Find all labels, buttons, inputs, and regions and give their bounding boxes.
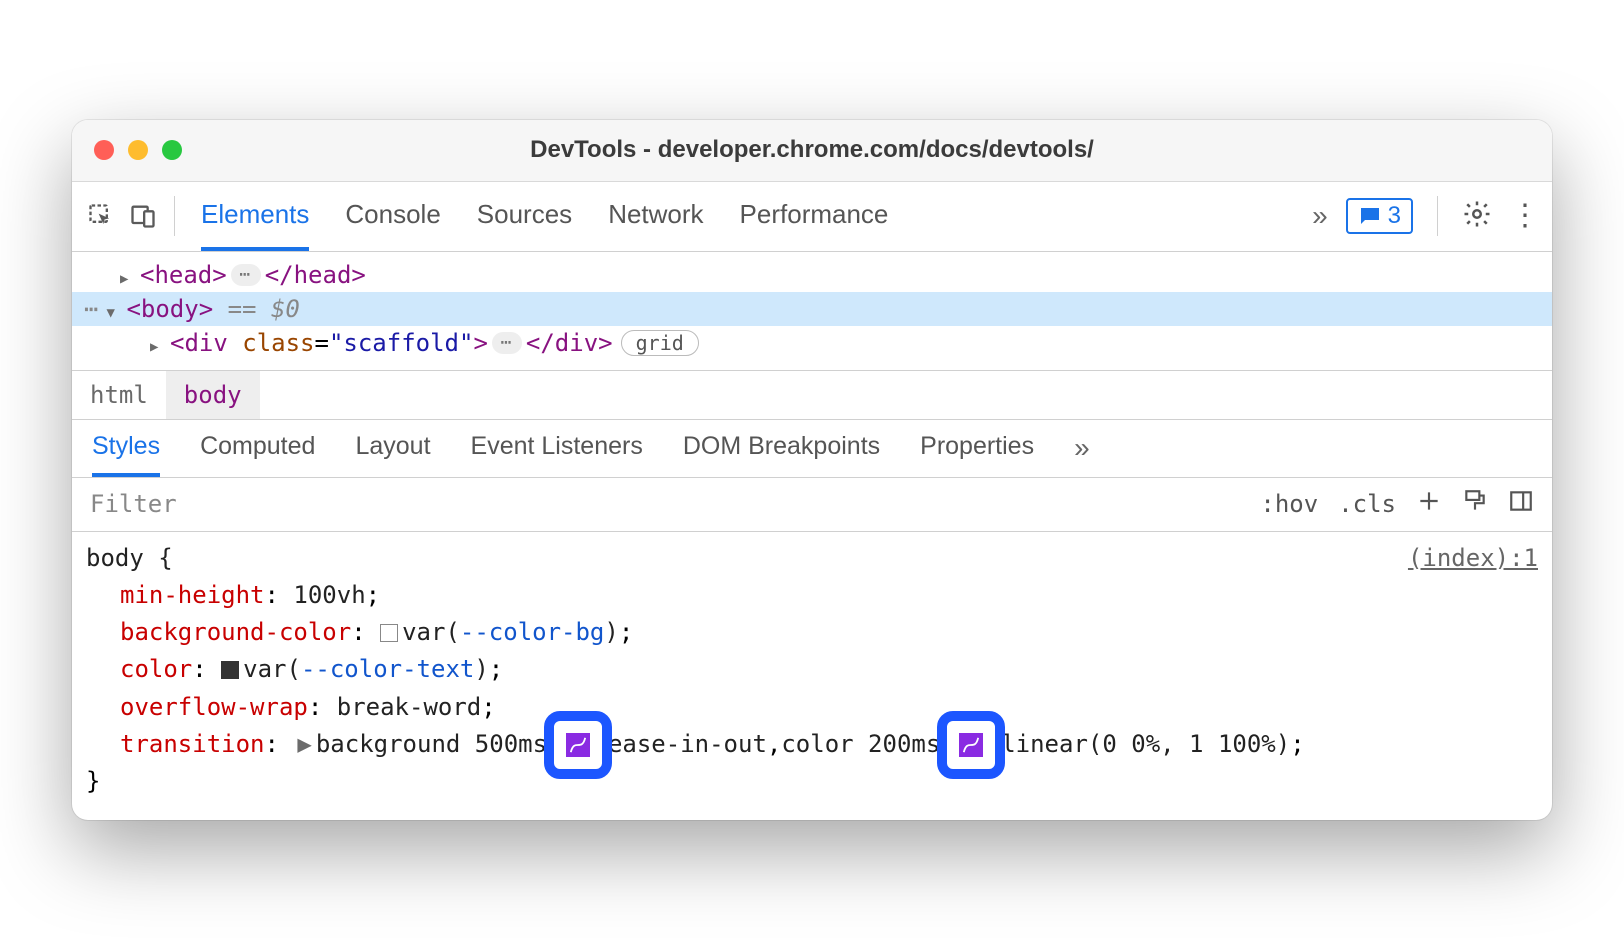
toolbar-separator (1437, 196, 1438, 236)
css-declaration-transition[interactable]: transition: ▶background 500ms ease-in-ou… (86, 726, 1538, 763)
subtab-properties[interactable]: Properties (920, 420, 1034, 477)
fullscreen-window-button[interactable] (162, 140, 182, 160)
toggle-sidebar-icon[interactable] (1508, 488, 1534, 520)
new-rule-icon[interactable] (1416, 488, 1442, 520)
selection-dots-icon: ⋯ (84, 295, 100, 323)
subtab-dom-breakpoints[interactable]: DOM Breakpoints (683, 420, 880, 477)
subtab-computed[interactable]: Computed (200, 420, 315, 477)
css-declaration[interactable]: background-color: var(--color-bg); (86, 614, 1538, 651)
dom-tag: </head> (265, 261, 366, 289)
collapse-arrow-icon[interactable] (106, 295, 126, 323)
issues-count: 3 (1388, 202, 1401, 230)
css-selector[interactable]: body { (86, 540, 173, 577)
more-subtabs-chevron-icon[interactable]: » (1074, 432, 1090, 464)
traffic-lights (72, 140, 182, 160)
main-toolbar: Elements Console Sources Network Perform… (72, 182, 1552, 252)
stylesheet-source-link[interactable]: (index):1 (1408, 540, 1538, 577)
css-declaration[interactable]: overflow-wrap: break-word; (86, 689, 1538, 726)
window-title: DevTools - developer.chrome.com/docs/dev… (72, 136, 1552, 164)
crumb-body[interactable]: body (166, 371, 260, 419)
dom-tag: </div> (526, 329, 613, 357)
toolbar-separator (174, 196, 175, 236)
toolbar-right: » 3 ⋮ (1312, 196, 1540, 236)
color-swatch-icon[interactable] (380, 624, 398, 642)
dom-node-body-selected[interactable]: ⋯ <body> == $0 (72, 292, 1552, 326)
more-menu-icon[interactable]: ⋮ (1510, 201, 1540, 231)
dom-tag: <head> (140, 261, 227, 289)
tab-sources[interactable]: Sources (477, 182, 572, 251)
expand-arrow-icon[interactable]: ▶ (297, 730, 311, 758)
tab-elements[interactable]: Elements (201, 182, 309, 251)
class-toggle[interactable]: .cls (1338, 490, 1396, 518)
titlebar: DevTools - developer.chrome.com/docs/dev… (72, 120, 1552, 182)
inspect-element-icon[interactable] (84, 199, 118, 233)
subtab-styles[interactable]: Styles (92, 420, 160, 477)
subtab-event-listeners[interactable]: Event Listeners (471, 420, 643, 477)
tab-console[interactable]: Console (345, 182, 440, 251)
dom-node-head[interactable]: <head>⋯</head> (72, 258, 1552, 292)
css-declaration[interactable]: min-height: 100vh; (86, 577, 1538, 614)
styles-filter-tools: :hov .cls (1242, 488, 1552, 520)
styles-filter-row: :hov .cls (72, 478, 1552, 532)
breadcrumbs: html body (72, 370, 1552, 420)
css-declaration[interactable]: color: var(--color-text); (86, 651, 1538, 688)
tab-performance[interactable]: Performance (740, 182, 889, 251)
paint-icon[interactable] (1462, 488, 1488, 520)
expand-arrow-icon[interactable] (150, 329, 170, 357)
styles-filter-input[interactable] (72, 490, 1242, 518)
console-ref: == $0 (213, 295, 300, 323)
color-swatch-icon[interactable] (221, 661, 239, 679)
collapsed-indicator-icon[interactable]: ⋯ (231, 264, 261, 286)
dom-node-div[interactable]: <div class="scaffold">⋯</div>grid (72, 326, 1552, 360)
device-toolbar-icon[interactable] (126, 199, 160, 233)
easing-editor-icon[interactable] (959, 733, 983, 757)
crumb-html[interactable]: html (72, 371, 166, 419)
styles-pane[interactable]: body { (index):1 min-height: 100vh; back… (72, 532, 1552, 820)
issues-counter[interactable]: 3 (1346, 198, 1413, 234)
grid-badge[interactable]: grid (621, 330, 699, 356)
minimize-window-button[interactable] (128, 140, 148, 160)
dom-tag: <body> (126, 295, 213, 323)
tab-network[interactable]: Network (608, 182, 703, 251)
expand-arrow-icon[interactable] (120, 261, 140, 289)
settings-gear-icon[interactable] (1462, 199, 1492, 234)
styles-subtabs: Styles Computed Layout Event Listeners D… (72, 420, 1552, 478)
devtools-window: DevTools - developer.chrome.com/docs/dev… (72, 120, 1552, 820)
more-tabs-chevron-icon[interactable]: » (1312, 200, 1328, 232)
collapsed-indicator-icon[interactable]: ⋯ (492, 332, 522, 354)
dom-tree[interactable]: <head>⋯</head> ⋯ <body> == $0 <div class… (72, 252, 1552, 370)
dom-tag: <div (170, 329, 228, 357)
rule-close-brace: } (86, 763, 1538, 800)
panel-tabs: Elements Console Sources Network Perform… (201, 182, 1304, 251)
easing-editor-icon[interactable] (566, 733, 590, 757)
subtab-layout[interactable]: Layout (355, 420, 430, 477)
rule-header: body { (index):1 (86, 540, 1538, 577)
hover-toggle[interactable]: :hov (1260, 490, 1318, 518)
close-window-button[interactable] (94, 140, 114, 160)
